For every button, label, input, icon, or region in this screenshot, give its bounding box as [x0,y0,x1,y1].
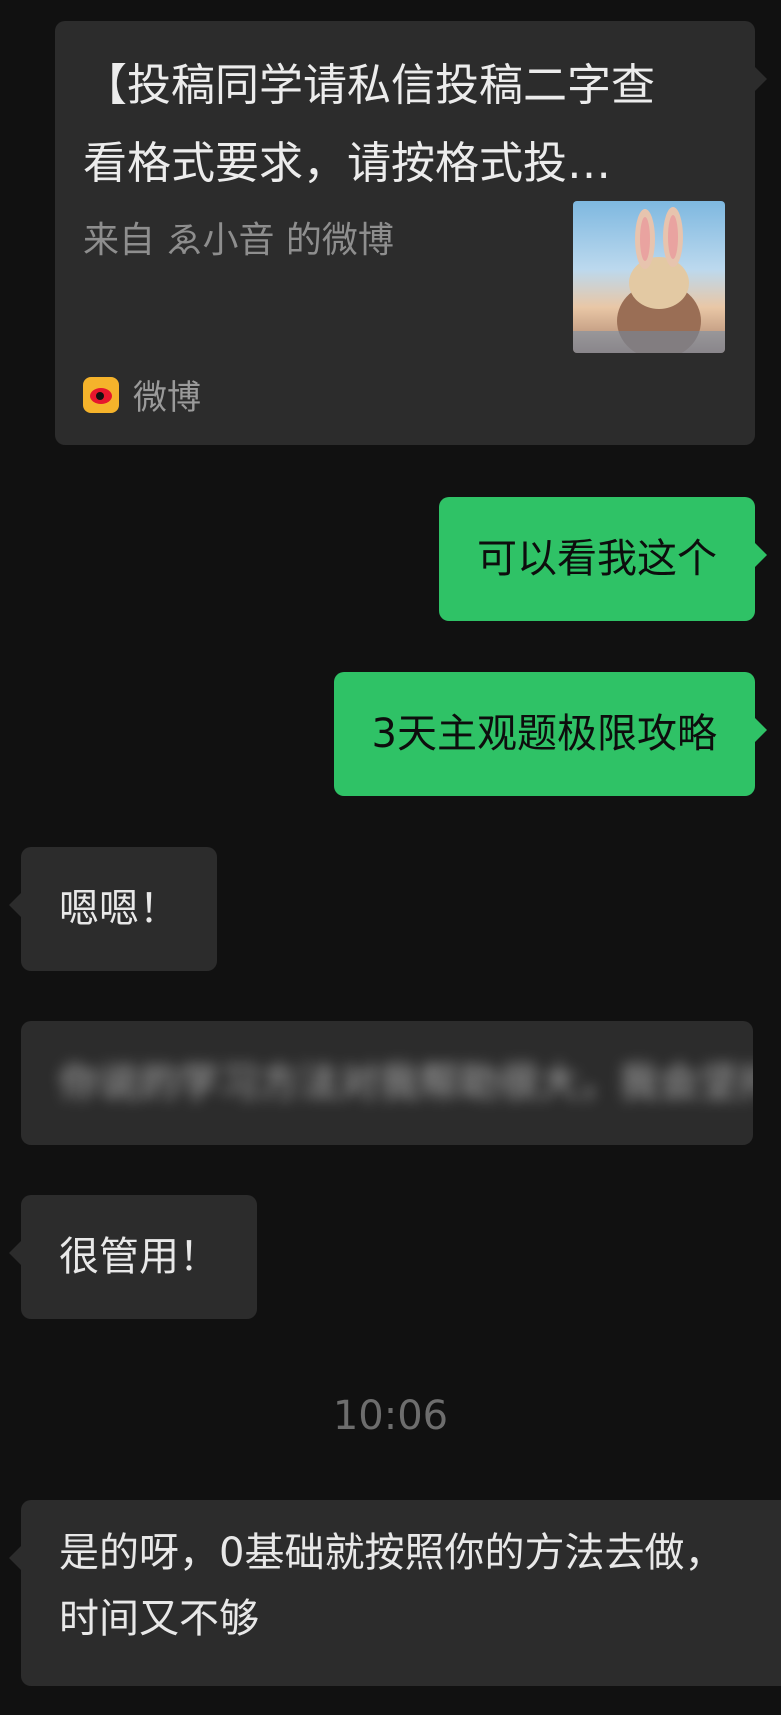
outgoing-message[interactable]: 可以看我这个 [439,497,767,621]
message-text: 可以看我这个 [477,536,717,582]
shared-link-card[interactable]: 【投稿同学请私信投稿二字查 看格式要求，请按格式投… 来自 ゑ小音 的微博 微博 [55,21,767,445]
message-text: 3天主观题极限攻略 [371,711,717,757]
incoming-message[interactable]: 嗯嗯！ [9,847,217,971]
timestamp: 10:06 [332,1393,449,1439]
message-text: 你说的学习方法对我帮助很大，我会坚持下去 [59,1060,753,1106]
weibo-icon [83,376,119,413]
card-title-line-1: 【投稿同学请私信投稿二字查 [83,60,655,111]
outgoing-message[interactable]: 3天主观题极限攻略 [333,672,768,796]
card-title: 【投稿同学请私信投稿二字查 看格式要求，请按格式投… [83,47,723,203]
card-source-label: 微博 [133,378,201,418]
incoming-message[interactable]: 是的呀，0基础就按照你的方法去做，时间又不够 [9,1500,781,1686]
card-source: 微博 [83,370,201,419]
message-text: 很管用！ [59,1234,219,1280]
card-thumbnail [573,201,725,353]
incoming-message-blurred[interactable]: 你说的学习方法对我帮助很大，我会坚持下去 [21,1021,753,1145]
card-title-line-2: 看格式要求，请按格式投… [83,138,611,189]
message-text: 嗯嗯！ [59,886,179,932]
message-text: 是的呀，0基础就按照你的方法去做，时间又不够 [59,1530,725,1642]
incoming-message[interactable]: 很管用！ [9,1195,257,1319]
rabbit-thumbnail-image [573,207,725,353]
